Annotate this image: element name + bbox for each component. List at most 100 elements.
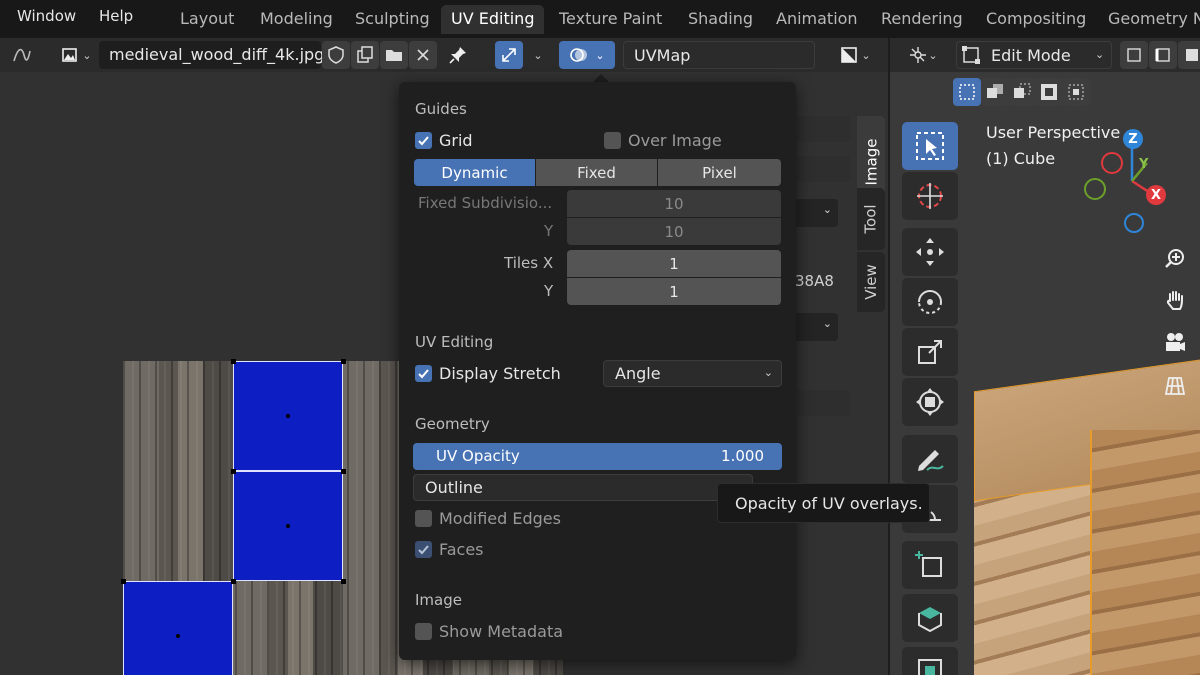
image-name-field[interactable]: medieval_wood_diff_4k.jpg — [99, 41, 324, 69]
tool-scale-icon[interactable] — [902, 328, 958, 376]
ortho-grid-icon[interactable] — [1158, 369, 1192, 403]
open-image-folder-icon[interactable] — [380, 41, 408, 69]
tiles-y-field[interactable]: 1 — [567, 278, 781, 305]
fixed-subdivisions-x-field[interactable]: 10 — [567, 190, 781, 217]
uv-sync-dropdown-chevron-icon[interactable]: ⌄ — [524, 41, 552, 69]
grid-mode-dynamic[interactable]: Dynamic — [414, 159, 535, 186]
menu-help[interactable]: Help — [99, 7, 133, 25]
over-image-checkbox[interactable]: Over Image — [604, 131, 722, 150]
section-image: Image — [415, 591, 462, 609]
tool-rotate-icon[interactable] — [902, 278, 958, 326]
tiles-y-label: Y — [544, 282, 554, 300]
uv-vertex[interactable] — [231, 579, 236, 584]
uv-map-field[interactable]: UVMap — [623, 41, 815, 69]
viewport-header: ⌄ Edit Mode ⌄ — [890, 38, 1200, 72]
uv-sync-selection-icon[interactable] — [495, 41, 523, 69]
camera-view-icon[interactable] — [1158, 326, 1192, 360]
tool-move-icon[interactable] — [902, 228, 958, 276]
sidebar-tab-tool[interactable]: Tool — [857, 188, 885, 250]
unlink-image-close-icon[interactable] — [409, 41, 437, 69]
workspace-tab-shading[interactable]: Shading — [678, 5, 763, 34]
fixed-subdivisions-label: Fixed Subdivisio... — [418, 194, 553, 212]
uv-face[interactable] — [123, 581, 233, 675]
tooltip: Opacity of UV overlays. — [717, 483, 930, 523]
tool-inset-icon[interactable] — [902, 647, 958, 675]
uv-opacity-value: 1.000 — [721, 447, 764, 465]
grid-checkbox[interactable]: Grid — [415, 131, 473, 150]
display-stretch-checkbox[interactable]: Display Stretch — [415, 364, 561, 383]
tool-select-box-icon[interactable] — [902, 122, 958, 170]
uv-edge-display-value: Outline — [425, 478, 483, 497]
uv-face[interactable] — [233, 471, 343, 581]
editor-type-3d-view-icon[interactable]: ⌄ — [900, 41, 946, 69]
workspace-tab-rendering[interactable]: Rendering — [871, 5, 973, 34]
editor-type-curve-icon[interactable] — [2, 41, 42, 69]
gizmo-z-axis[interactable]: Z — [1123, 129, 1143, 149]
display-stretch-label: Display Stretch — [439, 364, 561, 383]
tool-transform-icon[interactable] — [902, 378, 958, 426]
new-image-icon[interactable] — [351, 41, 379, 69]
section-uv-editing: UV Editing — [415, 333, 494, 351]
uv-vertex[interactable] — [231, 469, 236, 474]
sidebar-partial-text: 38A8 — [795, 272, 834, 290]
workspace-tab-compositing[interactable]: Compositing — [976, 5, 1096, 34]
navigation-gizmo[interactable]: Z X Y — [1075, 123, 1185, 233]
gizmo-y-axis[interactable]: Y — [1139, 157, 1148, 172]
grid-label: Grid — [439, 131, 473, 150]
workspace-tab-uv-editing[interactable]: UV Editing — [441, 5, 545, 34]
uv-vertex[interactable] — [121, 579, 126, 584]
3d-viewport[interactable]: ⌄ Edit Mode ⌄ User Perspective (1) Cube … — [890, 38, 1200, 675]
vertex-select-mode-icon[interactable] — [1120, 41, 1148, 69]
pan-hand-icon[interactable] — [1158, 283, 1192, 317]
show-metadata-label: Show Metadata — [439, 622, 564, 641]
uv-vertex[interactable] — [231, 359, 236, 364]
uv-editor-header: ⌄ medieval_wood_diff_4k.jpg ⌄ ⌄ UVMap ⌄ — [0, 38, 888, 72]
grid-mode-pixel[interactable]: Pixel — [658, 159, 781, 186]
select-box-intersect-icon[interactable] — [1062, 78, 1090, 106]
workspace-tab-geometry-nodes[interactable]: Geometry N — [1098, 5, 1200, 34]
select-box-invert-icon[interactable] — [1035, 78, 1063, 106]
uv-vertex[interactable] — [341, 579, 346, 584]
select-box-subtract-icon[interactable] — [1008, 78, 1036, 106]
menu-window[interactable]: Window — [17, 7, 76, 25]
faces-checkbox[interactable]: Faces — [415, 540, 484, 559]
uv-edge-display-dropdown[interactable]: Outline — [413, 474, 753, 501]
zoom-view-icon[interactable] — [1158, 241, 1192, 275]
checkbox-checked-icon — [415, 132, 432, 149]
stretch-type-dropdown[interactable]: Angle ⌄ — [603, 360, 782, 387]
tool-add-cube-icon[interactable] — [902, 541, 958, 589]
pin-icon[interactable] — [444, 41, 472, 69]
workspace-tab-sculpting[interactable]: Sculpting — [345, 5, 440, 34]
tool-extrude-icon[interactable] — [902, 594, 958, 642]
over-image-label: Over Image — [628, 131, 722, 150]
workspace-tab-texture-paint[interactable]: Texture Paint — [549, 5, 672, 34]
image-browse-icon[interactable]: ⌄ — [56, 41, 96, 69]
uv-vertex[interactable] — [341, 469, 346, 474]
face-select-mode-icon[interactable] — [1178, 41, 1200, 69]
uv-vertex[interactable] — [341, 359, 346, 364]
overlays-toggle-icon[interactable]: ⌄ — [559, 41, 615, 69]
uv-opacity-slider[interactable]: UV Opacity 1.000 — [413, 443, 782, 470]
uv-opacity-label: UV Opacity — [436, 447, 520, 465]
checkbox-unchecked-icon — [415, 510, 432, 527]
select-box-new-icon[interactable] — [953, 78, 981, 106]
workspace-tab-modeling[interactable]: Modeling — [250, 5, 343, 34]
uv-face[interactable] — [233, 361, 343, 471]
tiles-x-field[interactable]: 1 — [567, 250, 781, 277]
fixed-subdivisions-y-field[interactable]: 10 — [567, 218, 781, 245]
show-metadata-checkbox[interactable]: Show Metadata — [415, 622, 563, 641]
display-channels-icon[interactable]: ⌄ — [834, 41, 876, 69]
edge-select-mode-icon[interactable] — [1149, 41, 1177, 69]
select-box-extend-icon[interactable] — [981, 78, 1009, 106]
grid-mode-fixed[interactable]: Fixed — [536, 159, 657, 186]
workspace-tab-animation[interactable]: Animation — [766, 5, 868, 34]
sidebar-tab-view[interactable]: View — [857, 252, 885, 312]
gizmo-x-axis[interactable]: X — [1146, 185, 1166, 205]
fake-user-shield-icon[interactable] — [322, 41, 350, 69]
popover-arrow — [593, 74, 609, 82]
workspace-tab-layout[interactable]: Layout — [170, 5, 244, 34]
tool-cursor-icon[interactable] — [902, 172, 958, 220]
tool-annotate-icon[interactable] — [902, 435, 958, 483]
cube-mesh-front-face — [1090, 430, 1200, 675]
modified-edges-checkbox[interactable]: Modified Edges — [415, 509, 561, 528]
